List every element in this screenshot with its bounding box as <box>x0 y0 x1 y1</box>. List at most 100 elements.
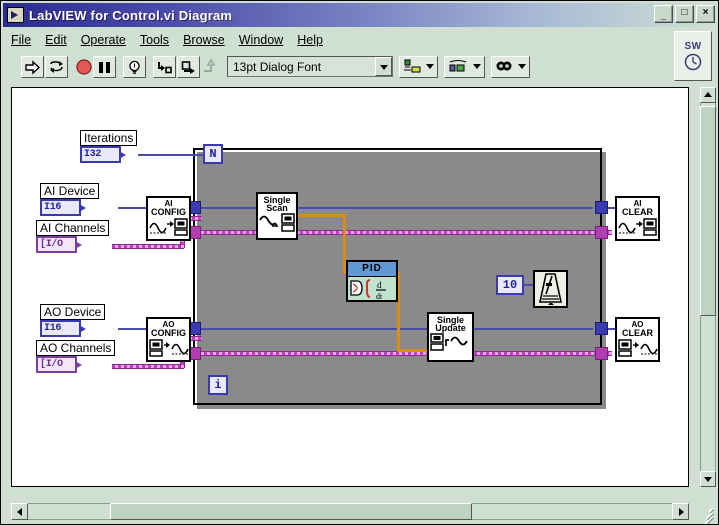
scroll-right-button[interactable] <box>672 503 689 520</box>
wait-constant[interactable]: 10 <box>496 275 524 295</box>
wire-iterations-to-n[interactable] <box>138 154 205 156</box>
step-out-icon <box>204 57 216 72</box>
abort-execution-button[interactable] <box>75 57 93 77</box>
step-over-icon <box>181 60 195 74</box>
distribute-objects-button[interactable] <box>444 55 485 78</box>
ai-device-terminal[interactable]: I16 <box>40 199 86 216</box>
triangle-right-icon <box>678 507 684 516</box>
menu-operate-label: Operate <box>80 33 126 47</box>
chevron-down-icon <box>473 64 481 69</box>
align-objects-icon <box>404 59 421 72</box>
ao-clear-icon <box>618 339 658 357</box>
tunnel-ai-channels-out[interactable] <box>595 226 608 239</box>
wait-constant-value: 10 <box>502 278 518 292</box>
pid-integral-derivative-icon: d dt <box>350 279 386 301</box>
pid-node[interactable]: PID d dt <box>346 260 398 302</box>
tunnel-ai-taskid-out[interactable] <box>595 201 608 214</box>
ai-channels-type: [I/O <box>40 239 63 250</box>
wire-loop-to-single-scan[interactable] <box>208 207 256 209</box>
menu-file[interactable]: File <box>11 33 31 47</box>
horizontal-scroll-thumb[interactable] <box>110 503 472 520</box>
maximize-button[interactable]: □ <box>675 5 694 23</box>
resize-grip-icon[interactable] <box>700 505 715 524</box>
minimize-icon: _ <box>660 10 667 21</box>
ao-device-label: AO Device <box>40 304 106 320</box>
wire-scan-out-h[interactable] <box>298 214 346 217</box>
ai-single-scan-node[interactable]: Single Scan <box>256 192 298 240</box>
vertical-scrollbar[interactable] <box>700 87 716 487</box>
close-button[interactable]: × <box>696 5 715 23</box>
wire-ai-channels-h1[interactable] <box>112 244 184 249</box>
run-continuously-button[interactable] <box>45 55 68 78</box>
ao-clear-node[interactable]: AO CLEAR <box>615 317 660 362</box>
wire-single-scan-to-ai-clear[interactable] <box>298 207 593 209</box>
menu-help[interactable]: Help <box>297 33 323 47</box>
menu-bar: File Edit Operate Tools Browse Window He… <box>3 29 718 51</box>
loop-count-terminal[interactable]: N <box>203 144 223 164</box>
reorder-objects-button[interactable] <box>491 55 530 78</box>
labview-vi-icon <box>7 7 24 23</box>
align-objects-button[interactable] <box>399 55 438 78</box>
tunnel-ao-channels-out[interactable] <box>595 347 608 360</box>
ao-config-node[interactable]: AO CONFIG <box>146 317 191 362</box>
font-dropdown-button[interactable] <box>375 57 392 76</box>
ao-single-update-node[interactable]: Single Update <box>427 312 474 362</box>
ai-channels-terminal[interactable]: [I/O <box>36 236 82 253</box>
scroll-down-button[interactable] <box>700 471 716 487</box>
ai-clear-line2: CLEAR <box>622 206 653 217</box>
ao-clear-line2: CLEAR <box>622 327 653 338</box>
chevron-down-icon <box>426 64 434 69</box>
wait-until-next-ms-multiple-metronome-icon <box>539 273 562 305</box>
toolbar: 13pt Dialog Font <box>3 51 718 84</box>
wire-pid-out-to-update[interactable] <box>397 349 427 352</box>
loop-index-label: i <box>214 378 222 392</box>
ai-config-node[interactable]: AI CONFIG <box>146 196 191 241</box>
highlight-execution-button[interactable] <box>123 55 146 78</box>
minimize-button[interactable]: _ <box>654 5 673 23</box>
font-selector-value: 13pt Dialog Font <box>233 59 322 74</box>
run-continuously-icon <box>50 60 63 73</box>
wire-ai-io-rail[interactable] <box>192 230 612 235</box>
wire-ao-channels-h1[interactable] <box>112 364 184 369</box>
run-button[interactable] <box>21 55 44 78</box>
status-badge-label: SW <box>684 40 702 52</box>
iterations-type: I32 <box>84 149 102 160</box>
menu-file-label: File <box>11 33 32 47</box>
menu-window[interactable]: Window <box>239 33 283 47</box>
wire-ai-device-to-config[interactable] <box>118 207 146 209</box>
menu-operate[interactable]: Operate <box>81 33 126 47</box>
font-selector[interactable]: 13pt Dialog Font <box>227 56 393 77</box>
ao-device-terminal[interactable]: I16 <box>40 320 86 337</box>
menu-tools-label: Tools <box>139 33 170 47</box>
vertical-scroll-thumb[interactable] <box>700 106 716 316</box>
horizontal-scrollbar[interactable] <box>11 503 689 520</box>
wait-until-next-ms-node[interactable] <box>533 270 568 308</box>
triangle-up-icon <box>704 92 712 97</box>
single-update-line2: Update <box>435 322 466 333</box>
step-over-button[interactable] <box>177 55 200 78</box>
menu-tools[interactable]: Tools <box>140 33 169 47</box>
scroll-up-button[interactable] <box>700 87 716 103</box>
pid-title: PID <box>348 262 396 277</box>
pause-button[interactable] <box>93 55 116 78</box>
iterations-terminal[interactable]: I32 <box>80 146 126 163</box>
menu-browse[interactable]: Browse <box>183 33 225 47</box>
distribute-objects-icon <box>449 59 467 71</box>
wire-ao-config-rail[interactable] <box>192 328 593 330</box>
ai-clear-icon <box>618 218 657 236</box>
scroll-left-button[interactable] <box>11 503 28 520</box>
ai-clear-node[interactable]: AI CLEAR <box>615 196 660 241</box>
ao-channels-terminal[interactable]: [I/O <box>36 356 82 373</box>
close-icon: × <box>702 7 709 18</box>
block-diagram-canvas[interactable]: N i Iterations I32 AI Device I16 AI Chan… <box>11 87 689 487</box>
step-into-button[interactable] <box>153 55 176 78</box>
step-out-button[interactable] <box>201 57 219 77</box>
wire-ao-device-to-config[interactable] <box>118 328 146 330</box>
step-into-icon <box>158 61 172 73</box>
loop-index-terminal[interactable]: i <box>208 375 228 395</box>
status-badge[interactable]: SW <box>674 31 712 81</box>
triangle-down-icon <box>704 477 712 482</box>
menu-edit[interactable]: Edit <box>45 33 67 47</box>
tunnel-ao-taskid-out[interactable] <box>595 322 608 335</box>
title-bar: LabVIEW for Control.vi Diagram _ □ × <box>3 3 718 27</box>
